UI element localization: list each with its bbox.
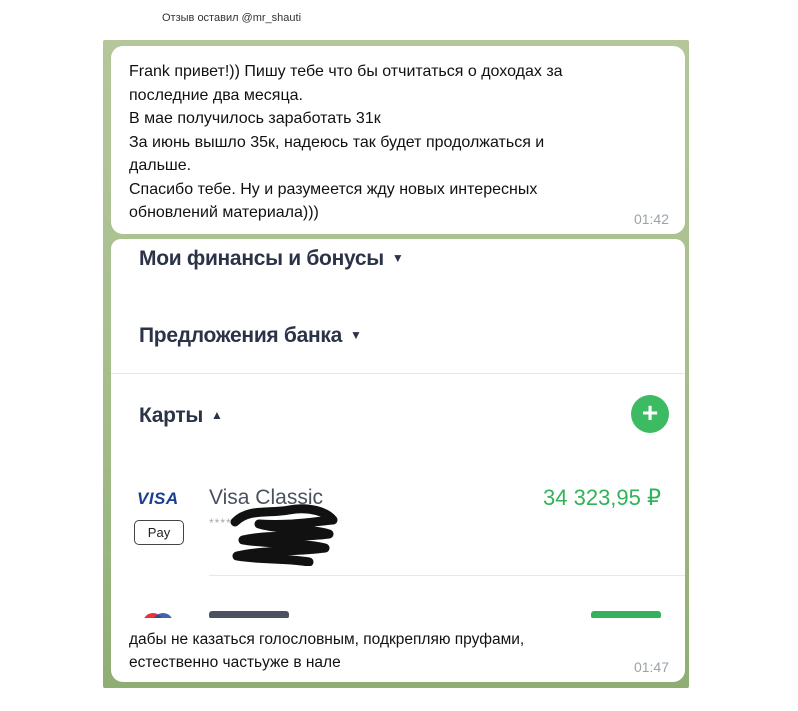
message-line: дабы не казаться голословным, подкрепляю…: [129, 631, 525, 648]
section-finances: Мои финансы и бонусы ▼: [139, 247, 404, 271]
section-finances-label: Мои финансы и бонусы: [139, 247, 384, 270]
review-caption: Отзыв оставил @mr_shauti: [162, 12, 302, 24]
chat-area: Frank привет!)) Пишу тебе что бы отчитат…: [103, 40, 689, 688]
section-offers: Предложения банка ▼: [139, 324, 362, 348]
message-line: За июнь вышло 35к, надеюсь так будет про…: [129, 133, 545, 151]
section-cards: Карты ▲: [139, 404, 223, 428]
message-line: Спасибо тебе. Ну и разумеется жду новых …: [129, 180, 538, 198]
chevron-up-icon: ▲: [211, 408, 223, 422]
redaction-scribble: [230, 504, 338, 566]
message-bubble[interactable]: дабы не казаться голословным, подкрепляю…: [111, 618, 685, 682]
chevron-down-icon: ▼: [349, 328, 362, 342]
chevron-down-icon: ▼: [391, 251, 404, 265]
apple-pay-badge: Pay: [134, 520, 184, 545]
card-balance: 34 323,95 ₽: [543, 485, 661, 510]
message-line: В мае получилось заработать 31к: [129, 110, 381, 127]
message-line: дальше.: [129, 157, 192, 174]
divider: [209, 575, 685, 576]
message-line: естественно частьуже в нале: [129, 654, 341, 671]
divider: [111, 373, 685, 374]
message-line: обновлений материала))): [129, 204, 319, 221]
message-line: последние два месяца.: [129, 86, 303, 104]
message-time: 01:47: [633, 659, 669, 675]
message-bubble[interactable]: Frank привет!)) Пишу тебе что бы отчитат…: [111, 46, 685, 234]
plus-icon: +: [631, 395, 669, 433]
message-time: 01:42: [633, 211, 669, 227]
apple-pay-label: Pay: [147, 525, 171, 540]
bank-app-screenshot[interactable]: Мои финансы и бонусы ▼ Предложения банка ▼…: [111, 239, 685, 619]
section-cards-label: Карты: [139, 404, 204, 427]
message-line: Frank привет!)) Пишу тебе что бы отчитат…: [129, 63, 563, 80]
section-offers-label: Предложения банка: [139, 324, 342, 347]
visa-logo: VISA: [137, 489, 179, 508]
